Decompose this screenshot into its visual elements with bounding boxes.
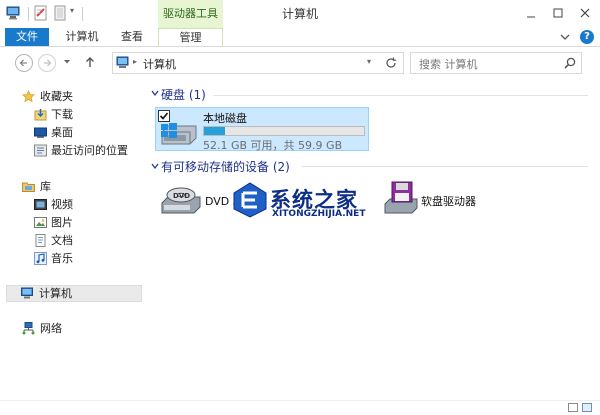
star-icon <box>22 90 35 103</box>
nav-item-label: 文档 <box>51 234 73 247</box>
tab-manage[interactable]: 管理 <box>158 28 223 46</box>
nav-favorites-label: 收藏夹 <box>40 90 73 103</box>
address-dropdown-icon[interactable]: ▾ <box>367 57 371 66</box>
nav-network[interactable]: 网络 <box>8 320 138 337</box>
separator <box>28 7 29 21</box>
drive-name: 本地磁盘 <box>203 112 247 125</box>
context-group-label: 驱动器工具 <box>163 7 218 20</box>
group-divider <box>213 95 588 96</box>
large-icons-view-icon[interactable] <box>582 403 592 412</box>
ribbon-tabs: 文件 计算机 查看 管理 <box>0 28 600 47</box>
forward-button[interactable] <box>38 54 56 72</box>
search-box[interactable] <box>410 52 582 74</box>
recent-places-icon <box>34 144 47 157</box>
title-bar: ▾ 驱动器工具 计算机 <box>0 0 600 28</box>
status-bar <box>0 400 600 415</box>
tab-file[interactable]: 文件 <box>5 28 49 46</box>
nav-item-label: 音乐 <box>51 252 73 265</box>
nav-libraries[interactable]: 库 <box>8 178 138 195</box>
search-input[interactable] <box>417 54 561 74</box>
nav-item-documents[interactable]: 文档 <box>8 232 138 249</box>
watermark-domain: XITONGZHIJIA.NET <box>272 209 366 219</box>
breadcrumb-computer[interactable]: 计算机 <box>143 56 176 72</box>
library-icon <box>22 180 35 193</box>
group-header-removable[interactable]: 有可移动存储的设备 (2) <box>161 158 290 175</box>
separator <box>82 7 83 21</box>
download-icon <box>34 108 47 121</box>
new-folder-icon[interactable] <box>53 5 67 21</box>
computer-icon <box>21 287 34 300</box>
floppy-drive-icon[interactable] <box>383 180 419 216</box>
nav-item-downloads[interactable]: 下载 <box>8 106 138 123</box>
computer-app-icon[interactable] <box>6 6 22 20</box>
watermark-logo-icon <box>230 181 270 219</box>
drive-usage-bar <box>203 126 365 136</box>
computer-icon <box>116 56 130 70</box>
tab-computer[interactable]: 计算机 <box>58 28 106 46</box>
video-icon <box>34 198 47 211</box>
properties-icon[interactable] <box>34 5 48 21</box>
nav-network-label: 网络 <box>40 322 62 335</box>
collapse-group-icon[interactable] <box>150 88 160 98</box>
nav-item-music[interactable]: 音乐 <box>8 250 138 267</box>
nav-item-label: 桌面 <box>51 126 73 139</box>
music-icon <box>34 252 47 265</box>
nav-item-label: 最近访问的位置 <box>51 144 128 157</box>
minimize-button[interactable] <box>518 3 544 23</box>
nav-item-pictures[interactable]: 图片 <box>8 214 138 231</box>
nav-computer-label: 计算机 <box>39 287 72 300</box>
breadcrumb-separator-icon[interactable]: ▸ <box>133 57 137 66</box>
details-view-icon[interactable] <box>568 403 578 412</box>
window-title: 计算机 <box>281 7 318 21</box>
nav-item-label: 视频 <box>51 198 73 211</box>
drive-usage-fill <box>204 127 225 135</box>
navigation-pane: 收藏夹 下载 桌面 最近访问的位置 库 视频 图片 文档 音乐 计算机 网络 <box>0 80 145 400</box>
nav-libraries-label: 库 <box>40 180 51 193</box>
maximize-button[interactable] <box>545 3 571 23</box>
context-tab-group: 驱动器工具 <box>158 0 223 28</box>
nav-item-desktop[interactable]: 桌面 <box>8 124 138 141</box>
documents-icon <box>34 234 47 247</box>
help-button[interactable]: ? <box>580 30 594 44</box>
refresh-icon[interactable] <box>383 55 399 71</box>
search-icon[interactable] <box>563 56 577 70</box>
close-button[interactable] <box>572 3 598 23</box>
nav-item-recent-places[interactable]: 最近访问的位置 <box>8 142 138 159</box>
qat-dropdown-icon[interactable]: ▾ <box>70 6 78 18</box>
expand-ribbon-icon[interactable] <box>558 30 572 44</box>
nav-favorites[interactable]: 收藏夹 <box>8 88 138 105</box>
group-divider <box>302 166 588 167</box>
address-bar[interactable]: ▸ 计算机 ▾ <box>112 52 404 74</box>
desktop-icon <box>34 126 47 139</box>
up-arrow-icon[interactable] <box>84 55 96 69</box>
device-label-floppy[interactable]: 软盘驱动器 <box>421 193 476 209</box>
nav-item-videos[interactable]: 视频 <box>8 196 138 213</box>
back-button[interactable] <box>15 54 33 72</box>
hard-drive-windows-icon <box>158 116 200 148</box>
recent-locations-icon[interactable] <box>62 57 72 67</box>
network-icon <box>22 322 35 335</box>
collapse-group-icon[interactable] <box>150 161 160 171</box>
nav-item-label: 下载 <box>51 108 73 121</box>
svg-text:DVD: DVD <box>173 192 190 200</box>
dvd-drive-icon[interactable]: DVD <box>160 183 202 217</box>
tab-view[interactable]: 查看 <box>112 28 152 46</box>
nav-computer[interactable]: 计算机 <box>6 285 142 302</box>
pictures-icon <box>34 216 47 229</box>
nav-item-label: 图片 <box>51 216 73 229</box>
group-header-hard-disks[interactable]: 硬盘 (1) <box>161 86 206 103</box>
drive-free-space: 52.1 GB 可用，共 59.9 GB <box>203 139 343 152</box>
